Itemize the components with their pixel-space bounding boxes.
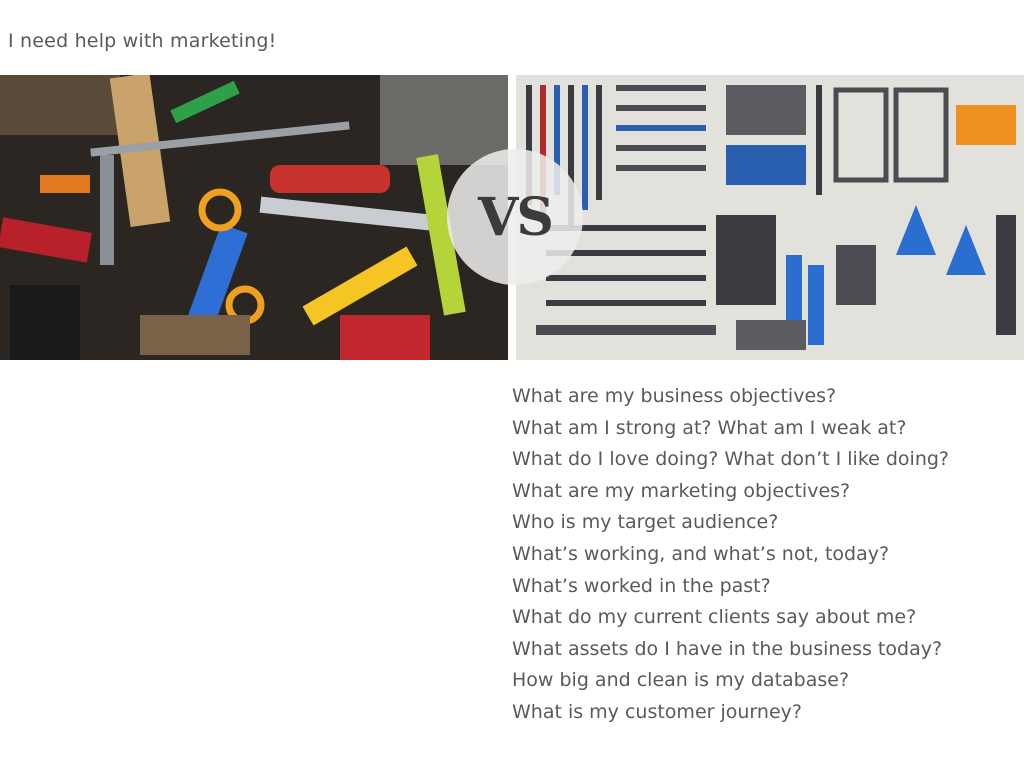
question-item: What are my marketing objectives? bbox=[512, 479, 851, 502]
question-item: What’s working, and what’s not, today? bbox=[512, 542, 890, 565]
question-item: What’s worked in the past? bbox=[512, 574, 771, 597]
question-item: What is my customer journey? bbox=[512, 700, 802, 723]
organized-tools-image bbox=[516, 75, 1024, 360]
question-item: What assets do I have in the business to… bbox=[512, 637, 943, 660]
question-item: What do my current clients say about me? bbox=[512, 606, 917, 629]
question-item: What do I love doing? What don’t I like … bbox=[512, 448, 950, 471]
question-list: What are my business objectives? What am… bbox=[512, 381, 1012, 729]
messy-tools-image bbox=[0, 75, 508, 360]
question-item: What am I strong at? What am I weak at? bbox=[512, 416, 907, 439]
vs-badge: VS bbox=[447, 149, 583, 285]
question-item: How big and clean is my database? bbox=[512, 669, 850, 692]
question-item: Who is my target audience? bbox=[512, 511, 779, 534]
question-item: What are my business objectives? bbox=[512, 385, 837, 407]
page-headline: I need help with marketing! bbox=[8, 30, 277, 52]
